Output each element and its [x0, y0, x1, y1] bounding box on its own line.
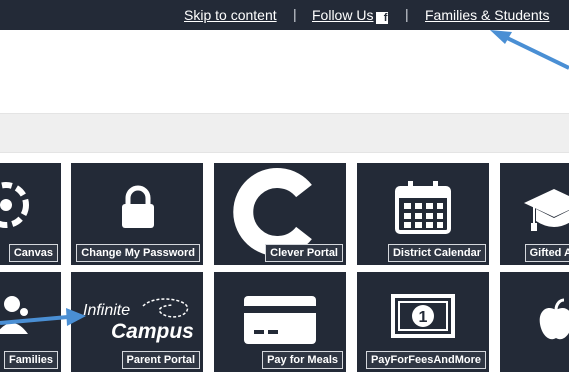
families-students-link[interactable]: Families & Students: [425, 7, 550, 23]
tile-label: Canvas: [8, 244, 58, 262]
money-bill-icon: 1: [391, 294, 455, 338]
lock-icon: [122, 185, 154, 228]
tile-label: Pay for Meals: [262, 351, 343, 369]
follow-us-link[interactable]: Follow Us f: [312, 7, 389, 24]
content-band: [0, 113, 569, 153]
tile-gifted[interactable]: Gifted A: [500, 163, 569, 265]
facebook-icon: f: [376, 12, 389, 24]
tile-clever-portal[interactable]: Clever Portal: [214, 163, 346, 265]
infinite-campus-line2: Campus: [111, 320, 194, 343]
canvas-icon: [0, 182, 29, 228]
tile-change-password[interactable]: Change My Password: [71, 163, 203, 265]
infinite-campus-line1: Infinite: [83, 302, 131, 319]
svg-text:1: 1: [419, 309, 428, 326]
tile-label: District Calendar: [387, 244, 486, 262]
calendar-icon: [395, 181, 451, 234]
top-nav-bar: Skip to content | Follow Us f | Families …: [0, 0, 569, 30]
tile-families[interactable]: Families: [0, 272, 61, 372]
nav-separator: |: [405, 6, 409, 22]
tile-parent-portal[interactable]: Infinite Campus Parent Portal: [71, 272, 203, 372]
tile-label: Parent Portal: [121, 351, 200, 369]
tile-district-calendar[interactable]: District Calendar: [357, 163, 489, 265]
graduation-cap-icon: [524, 189, 569, 231]
skip-to-content-link[interactable]: Skip to content: [184, 7, 277, 23]
tile-pay-for-fees[interactable]: 1 PayForFeesAndMore: [357, 272, 489, 372]
tile-label: Change My Password: [76, 244, 200, 262]
tile-apple[interactable]: [500, 272, 569, 372]
infinite-campus-logo: Infinite Campus: [81, 296, 197, 346]
tile-pay-for-meals[interactable]: Pay for Meals: [214, 272, 346, 372]
follow-us-label: Follow Us: [312, 7, 374, 23]
tile-label: Families: [3, 351, 58, 369]
apple-icon: [539, 298, 569, 340]
credit-card-icon: [244, 296, 316, 344]
nav-separator: |: [293, 6, 297, 22]
tile-label: PayForFeesAndMore: [365, 351, 486, 369]
families-icon: [0, 296, 28, 334]
tile-label: Gifted A: [524, 244, 569, 262]
tile-label: Clever Portal: [265, 244, 343, 262]
tile-canvas[interactable]: Canvas: [0, 163, 61, 265]
